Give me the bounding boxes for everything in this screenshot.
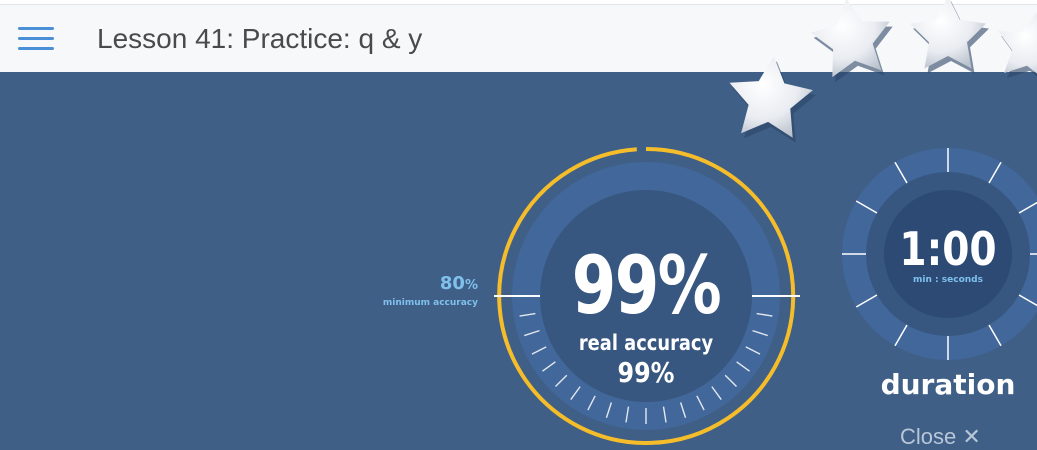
minimum-accuracy-value: 80% bbox=[439, 273, 478, 294]
minimum-accuracy-label: minimum accuracy bbox=[382, 298, 478, 308]
real-accuracy-label: real accuracy bbox=[578, 331, 714, 355]
close-button[interactable]: Close ✕ bbox=[900, 424, 981, 450]
timer-unit-label: min : seconds bbox=[913, 275, 983, 285]
timer-value: 1:00 bbox=[899, 222, 997, 276]
real-accuracy-value: 99% bbox=[617, 356, 675, 389]
accuracy-main-value: 99% bbox=[571, 239, 722, 332]
duration-label: duration bbox=[880, 368, 1016, 401]
